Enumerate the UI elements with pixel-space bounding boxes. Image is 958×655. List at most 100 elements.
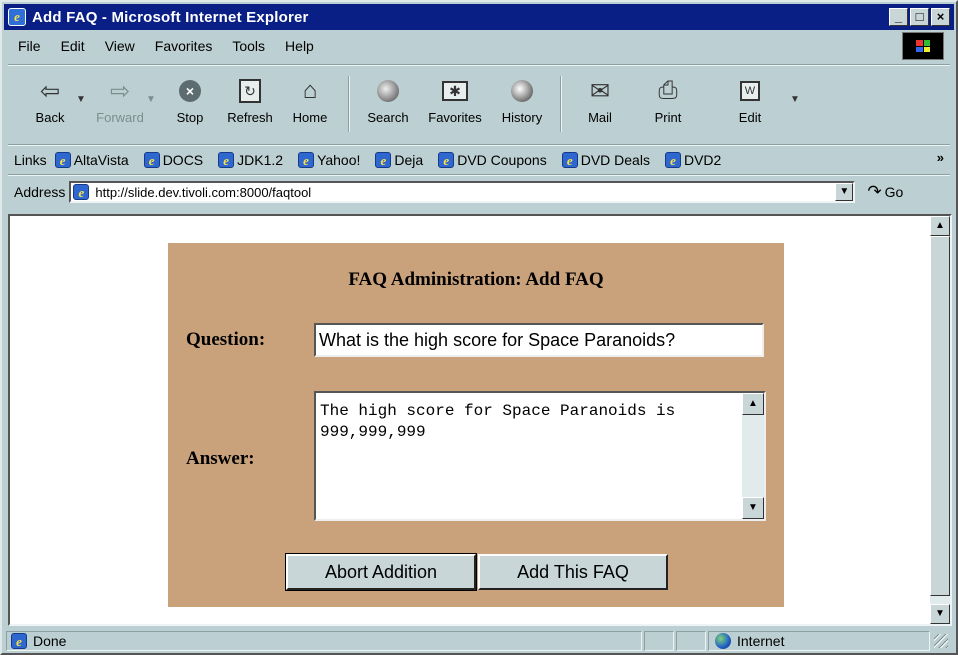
windows-logo-icon xyxy=(902,32,944,60)
link-docs[interactable]: e DOCS xyxy=(143,152,204,168)
link-dvd2[interactable]: e DVD2 xyxy=(664,152,721,168)
back-label: Back xyxy=(35,110,65,125)
back-arrow-icon: ⇦ xyxy=(39,77,61,105)
scroll-thumb[interactable] xyxy=(930,236,950,596)
address-url: http://slide.dev.tivoli.com:8000/faqtool xyxy=(95,184,312,200)
close-button[interactable]: × xyxy=(931,8,950,26)
mail-icon: ✉ xyxy=(589,77,611,105)
ie-page-icon: e xyxy=(438,152,455,168)
link-jdk[interactable]: e JDK1.2 xyxy=(218,152,283,168)
forward-button[interactable]: ⇨ Forward xyxy=(92,72,148,126)
scroll-down-icon[interactable]: ▼ xyxy=(742,497,764,519)
window-title: Add FAQ - Microsoft Internet Explorer xyxy=(32,8,309,26)
minimize-button[interactable]: _ xyxy=(889,8,908,26)
resize-grip-icon[interactable] xyxy=(934,634,948,648)
answer-label: Answer: xyxy=(186,448,255,469)
link-dvd-deals[interactable]: e DVD Deals xyxy=(561,152,650,168)
back-button[interactable]: ⇦ Back xyxy=(22,72,78,126)
stop-label: Stop xyxy=(176,110,204,125)
edit-button[interactable]: W Edit xyxy=(722,72,778,125)
links-separator xyxy=(8,174,950,176)
link-text: DVD Deals xyxy=(580,152,650,168)
link-dvd-coupons[interactable]: e DVD Coupons xyxy=(438,152,547,168)
stop-button[interactable]: × Stop xyxy=(162,72,218,125)
status-panel xyxy=(644,631,674,651)
scroll-up-icon[interactable]: ▲ xyxy=(930,216,950,236)
answer-scrollbar[interactable]: ▲ ▼ xyxy=(742,393,764,519)
menu-help[interactable]: Help xyxy=(275,38,324,54)
link-text: Yahoo! xyxy=(317,152,361,168)
link-yahoo[interactable]: e Yahoo! xyxy=(298,152,360,168)
standard-toolbar: ⇦ Back ▼ ⇨ Forward ▼ × Stop ↻ Refresh ⌂ … xyxy=(8,72,950,142)
print-icon: ⎙ xyxy=(658,77,678,104)
ie-page-icon: e xyxy=(11,633,27,649)
favorites-folder-icon: ✱ xyxy=(440,76,470,106)
abort-addition-button[interactable]: Abort Addition xyxy=(286,554,476,590)
ie-page-icon: e xyxy=(375,152,392,168)
mail-button[interactable]: ✉ Mail xyxy=(572,72,628,126)
internet-globe-icon xyxy=(715,633,731,649)
favorites-button[interactable]: ✱ Favorites xyxy=(420,72,490,125)
form-heading: FAQ Administration: Add FAQ xyxy=(348,269,604,290)
links-more-icon[interactable]: » xyxy=(937,150,944,165)
links-bar: Links e AltaVista e DOCS e JDK1.2 e Yaho… xyxy=(8,148,950,172)
toolbar-divider xyxy=(348,76,350,132)
search-icon xyxy=(373,76,403,106)
page-viewport: FAQ Administration: Add FAQ Question: Wh… xyxy=(8,214,952,626)
page-scrollbar[interactable]: ▲ ▼ xyxy=(930,216,950,624)
menu-tools[interactable]: Tools xyxy=(222,38,275,54)
scroll-up-icon[interactable]: ▲ xyxy=(742,393,764,415)
back-dropdown-icon[interactable]: ▼ xyxy=(76,94,86,105)
search-button[interactable]: Search xyxy=(360,72,416,125)
answer-text: The high score for Space Paranoids is 99… xyxy=(320,402,685,441)
link-text: AltaVista xyxy=(73,152,129,168)
menu-edit[interactable]: Edit xyxy=(51,38,95,54)
add-faq-button[interactable]: Add This FAQ xyxy=(478,554,668,590)
favorites-label: Favorites xyxy=(428,110,482,125)
history-button[interactable]: History xyxy=(494,72,550,125)
link-altavista[interactable]: e AltaVista xyxy=(54,152,129,168)
maximize-button[interactable]: □ xyxy=(910,8,929,26)
toolbar-divider xyxy=(560,76,562,132)
home-icon: ⌂ xyxy=(302,77,318,104)
forward-label: Forward xyxy=(96,110,144,125)
browser-window: e Add FAQ - Microsoft Internet Explorer … xyxy=(0,0,958,655)
answer-textarea[interactable]: The high score for Space Paranoids is 99… xyxy=(314,391,766,521)
edit-dropdown-icon[interactable]: ▼ xyxy=(790,94,800,105)
address-label: Address xyxy=(14,184,66,200)
ie-logo-icon: e xyxy=(8,8,26,26)
status-bar: e Done Internet xyxy=(6,630,954,652)
home-button[interactable]: ⌂ Home xyxy=(282,72,338,125)
go-button[interactable]: ↷ Go xyxy=(867,182,903,202)
menu-view[interactable]: View xyxy=(95,38,145,54)
forward-arrow-icon: ⇨ xyxy=(109,77,131,105)
forward-dropdown-icon[interactable]: ▼ xyxy=(146,94,156,105)
toolbar-separator xyxy=(8,144,950,146)
menu-file[interactable]: File xyxy=(10,38,51,54)
link-text: DVD Coupons xyxy=(457,152,547,168)
ie-page-icon: e xyxy=(664,152,681,168)
link-deja[interactable]: e Deja xyxy=(375,152,423,168)
print-button[interactable]: ⎙ Print xyxy=(640,72,696,125)
link-text: DOCS xyxy=(162,152,204,168)
ie-page-icon: e xyxy=(218,152,235,168)
address-bar: Address e http://slide.dev.tivoli.com:80… xyxy=(8,178,950,206)
menu-separator xyxy=(8,64,950,66)
refresh-button[interactable]: ↻ Refresh xyxy=(222,72,278,125)
menu-bar: File Edit View Favorites Tools Help xyxy=(10,32,950,60)
stop-icon: × xyxy=(175,76,205,106)
faq-form-panel: FAQ Administration: Add FAQ Question: Wh… xyxy=(168,243,784,607)
address-dropdown-icon[interactable]: ▼ xyxy=(835,183,854,201)
title-bar[interactable]: e Add FAQ - Microsoft Internet Explorer … xyxy=(4,4,954,30)
question-input[interactable]: What is the high score for Space Paranoi… xyxy=(314,323,764,357)
ie-page-icon: e xyxy=(298,152,315,168)
go-label: Go xyxy=(884,184,904,200)
menu-favorites[interactable]: Favorites xyxy=(145,38,223,54)
zone-label: Internet xyxy=(737,633,785,649)
history-icon xyxy=(507,76,537,106)
link-text: Deja xyxy=(394,152,424,168)
edit-label: Edit xyxy=(738,110,762,125)
address-input[interactable]: e http://slide.dev.tivoli.com:8000/faqto… xyxy=(69,181,856,203)
ie-page-icon: e xyxy=(73,184,90,200)
scroll-down-icon[interactable]: ▼ xyxy=(930,604,950,624)
